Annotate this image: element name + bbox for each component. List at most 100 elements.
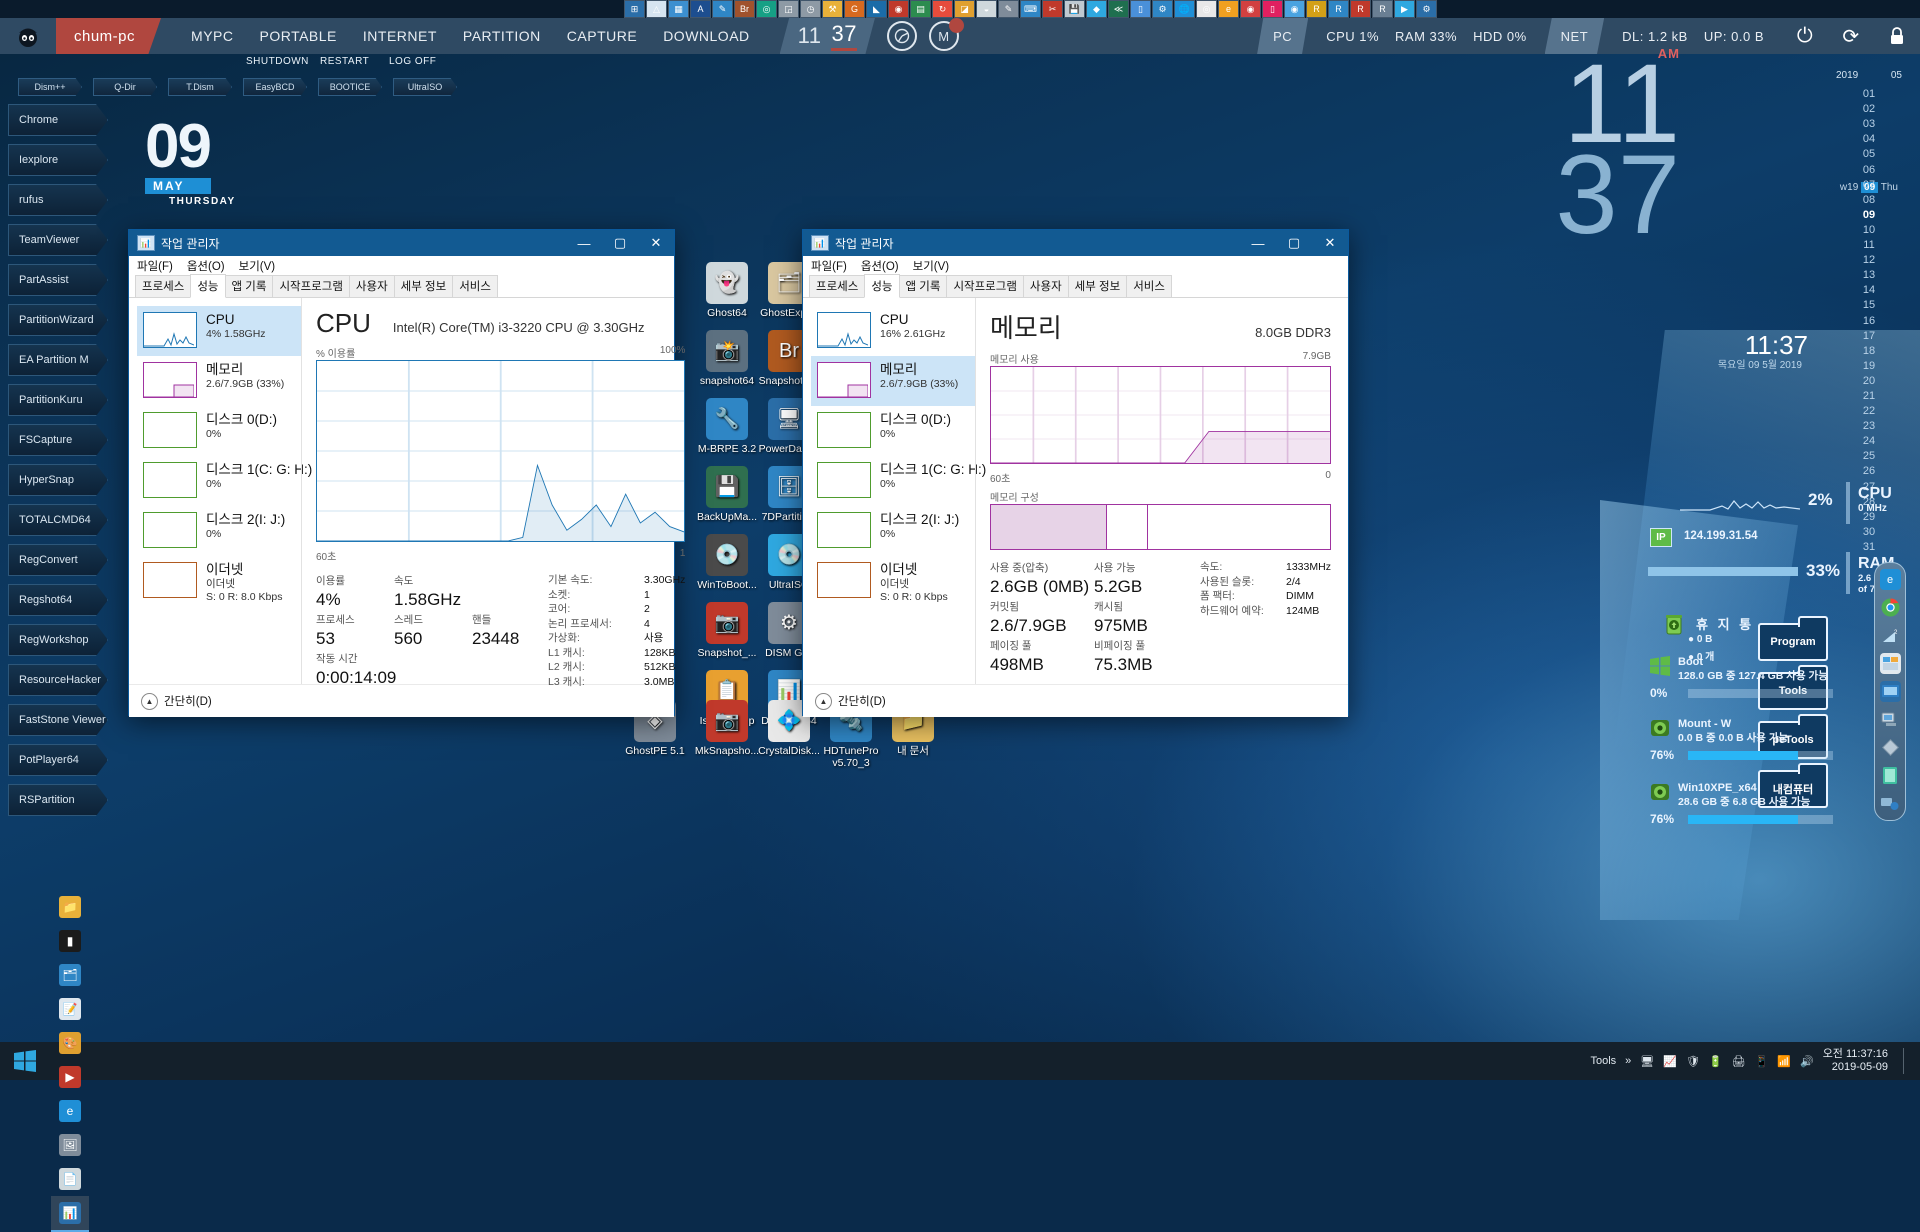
quicklaunch-item-17[interactable]: ✎: [998, 0, 1019, 18]
logoff-label[interactable]: LOG OFF: [389, 56, 436, 67]
shield-tray-icon[interactable]: 🛡: [1686, 1055, 1700, 1068]
quicklaunch-item-30[interactable]: ◉: [1284, 0, 1305, 18]
menu-file[interactable]: 파일(F): [811, 258, 847, 274]
taskbar[interactable]: 📁 ▮ 🗂 📝 🎨 ▶ e 🖼 📄 📊 Tools » 🖥 📈 🛡 🔋 🖨 📱 📶 🔊 오전 11…: [0, 896, 1920, 1232]
tool-qdir[interactable]: Q-Dir: [93, 78, 157, 96]
left-shortcut-resourcehacker[interactable]: ResourceHacker: [8, 660, 112, 700]
left-shortcut-iexplore[interactable]: Iexplore: [8, 140, 112, 180]
menu-options[interactable]: 옵션(O): [861, 258, 899, 274]
left-shortcut-teamviewer[interactable]: TeamViewer: [8, 220, 112, 260]
remote-icon[interactable]: [1880, 793, 1901, 814]
window-controls[interactable]: — ▢ ✕: [566, 230, 674, 256]
restart-icon[interactable]: ⟳: [1828, 18, 1874, 54]
shutdown-label[interactable]: SHUTDOWN: [246, 56, 309, 67]
tab-프로세스[interactable]: 프로세스: [809, 275, 866, 297]
tab-앱-기록[interactable]: 앱 기록: [224, 275, 274, 297]
quicklaunch-item-31[interactable]: R: [1306, 0, 1327, 18]
nav-mypc[interactable]: MYPC: [191, 28, 233, 44]
sidebar-item-memory[interactable]: 메모리 2.6/7.9GB (33%): [137, 356, 301, 406]
mail-icon[interactable]: M: [928, 18, 964, 51]
left-shortcut-regshot64[interactable]: Regshot64: [8, 580, 112, 620]
sidebar-item-disk0[interactable]: 디스크 0(D:) 0%: [811, 406, 975, 456]
sidebar-item-disk2[interactable]: 디스크 2(I: J:) 0%: [811, 506, 975, 556]
chrome-icon[interactable]: [886, 21, 917, 51]
system-tray[interactable]: Tools » 🖥 📈 🛡 🔋 🖨 📱 📶 🔊 오전 11:37:16 2019…: [1590, 1048, 1920, 1074]
taskbar-buttons[interactable]: 📁 ▮ 🗂 📝 🎨 ▶ e 🖼 📄 📊: [50, 890, 90, 1232]
titlebar[interactable]: 📊 작업 관리자 — ▢ ✕: [803, 230, 1348, 256]
hostname-chip[interactable]: chum-pc: [56, 18, 162, 54]
quicklaunch-item-0[interactable]: ⊞: [624, 0, 645, 18]
quicklaunch-item-18[interactable]: ⌨: [1020, 0, 1041, 18]
quicklaunch-item-6[interactable]: ◎: [756, 0, 777, 18]
tab-서비스[interactable]: 서비스: [1126, 275, 1172, 297]
tab-세부-정보[interactable]: 세부 정보: [1067, 275, 1128, 297]
left-shortcut-rspartition[interactable]: RSPartition: [8, 780, 112, 820]
start-button[interactable]: [0, 1042, 50, 1080]
tab-성능[interactable]: 성능: [190, 274, 226, 298]
minimize-button[interactable]: —: [1240, 230, 1276, 256]
nav-download[interactable]: DOWNLOAD: [663, 28, 749, 44]
tool-dismpp[interactable]: Dism++: [18, 78, 82, 96]
nav-internet[interactable]: INTERNET: [363, 28, 437, 44]
left-shortcut-totalcmd64[interactable]: TOTALCMD64: [8, 500, 112, 540]
task-manager-window-memory[interactable]: 📊 작업 관리자 — ▢ ✕ 파일(F) 옵션(O) 보기(V) 프로세스 성능 앱…: [802, 229, 1349, 717]
power-icon[interactable]: ⏻: [1782, 18, 1828, 54]
tab-시작프로그램[interactable]: 시작프로그램: [272, 275, 350, 297]
quicklaunch-item-21[interactable]: ◆: [1086, 0, 1107, 18]
resource-sidebar[interactable]: CPU 16% 2.61GHz 메모리 2.6/7.9GB (33%) 디스크 0(D:…: [803, 298, 986, 684]
taskbar-media-icon[interactable]: ▶: [51, 1060, 89, 1094]
quicklaunch-item-12[interactable]: ◉: [888, 0, 909, 18]
left-shortcut-faststone-viewer[interactable]: FastStone Viewer: [8, 700, 112, 740]
sidebar-item-cpu[interactable]: CPU 16% 2.61GHz: [811, 306, 975, 356]
volume-tray-icon[interactable]: 🔊: [1800, 1055, 1814, 1068]
quicklaunch-item-29[interactable]: ▯: [1262, 0, 1283, 18]
left-shortcut-ea-partition-m[interactable]: EA Partition M: [8, 340, 112, 380]
left-shortcut-regworkshop[interactable]: RegWorkshop: [8, 620, 112, 660]
quicklaunch-item-5[interactable]: Br: [734, 0, 755, 18]
resource-sidebar[interactable]: CPU 4% 1.58GHz 메모리 2.6/7.9GB (33%) 디스크 0(D:)…: [129, 298, 312, 684]
left-shortcut-rufus[interactable]: rufus: [8, 180, 112, 220]
menu-file[interactable]: 파일(F): [137, 258, 173, 274]
sidebar-item-memory[interactable]: 메모리 2.6/7.9GB (33%): [811, 356, 975, 406]
sidebar-item-ethernet[interactable]: 이더넷 이더넷 S: 0 R: 8.0 Kbps: [137, 556, 301, 612]
tab-서비스[interactable]: 서비스: [452, 275, 498, 297]
close-button[interactable]: ✕: [1312, 230, 1348, 256]
fewer-details-label[interactable]: 간단히(D): [164, 693, 212, 709]
restart-label[interactable]: RESTART: [320, 56, 369, 67]
task-manager-window-cpu[interactable]: 📊 작업 관리자 — ▢ ✕ 파일(F) 옵션(O) 보기(V) 프로세스 성능 앱…: [128, 229, 686, 717]
quicklaunch-item-1[interactable]: △: [646, 0, 667, 18]
quicklaunch-item-13[interactable]: ▤: [910, 0, 931, 18]
menu-options[interactable]: 옵션(O): [187, 258, 225, 274]
quicklaunch-item-7[interactable]: ◲: [778, 0, 799, 18]
sidebar-item-disk1[interactable]: 디스크 1(C: G: H:) 0%: [137, 456, 312, 506]
taskbar-taskmanager-icon[interactable]: 📊: [51, 1196, 89, 1232]
quicklaunch-item-19[interactable]: ✂: [1042, 0, 1063, 18]
left-shortcut-partitionwizard[interactable]: PartitionWizard: [8, 300, 112, 340]
fewer-details-label[interactable]: 간단히(D): [838, 693, 886, 709]
explorer-icon[interactable]: [1879, 653, 1901, 674]
titlebar[interactable]: 📊 작업 관리자 — ▢ ✕: [129, 230, 674, 256]
maximize-button[interactable]: ▢: [1276, 230, 1312, 256]
left-shortcut-chrome[interactable]: Chrome: [8, 100, 112, 140]
sidebar-item-ethernet[interactable]: 이더넷 이더넷 S: 0 R: 0 Kbps: [811, 556, 975, 612]
tab-앱-기록[interactable]: 앱 기록: [898, 275, 948, 297]
window-controls[interactable]: — ▢ ✕: [1240, 230, 1348, 256]
taskbar-paint-icon[interactable]: 🎨: [51, 1026, 89, 1060]
left-shortcut-hypersnap[interactable]: HyperSnap: [8, 460, 112, 500]
menu-view[interactable]: 보기(V): [913, 258, 950, 274]
nav-partition[interactable]: PARTITION: [463, 28, 541, 44]
left-shortcut-fscapture[interactable]: FSCapture: [8, 420, 112, 460]
lock-icon[interactable]: [1874, 18, 1920, 54]
minimize-button[interactable]: —: [566, 230, 602, 256]
left-shortcut-regconvert[interactable]: RegConvert: [8, 540, 112, 580]
tabbar[interactable]: 프로세스 성능 앱 기록 시작프로그램 사용자 세부 정보 서비스: [129, 274, 674, 298]
tool-bootice[interactable]: BOOTICE: [318, 78, 382, 96]
maximize-button[interactable]: ▢: [602, 230, 638, 256]
tab-시작프로그램[interactable]: 시작프로그램: [946, 275, 1024, 297]
network-tray-icon[interactable]: 📶: [1777, 1055, 1791, 1068]
side-dock[interactable]: e 2: [1874, 562, 1906, 821]
menu-view[interactable]: 보기(V): [239, 258, 276, 274]
nav-portable[interactable]: PORTABLE: [259, 28, 336, 44]
taskbar-clock[interactable]: 오전 11:37:16 2019-05-09: [1823, 1048, 1894, 1074]
sidebar-item-disk2[interactable]: 디스크 2(I: J:) 0%: [137, 506, 301, 556]
